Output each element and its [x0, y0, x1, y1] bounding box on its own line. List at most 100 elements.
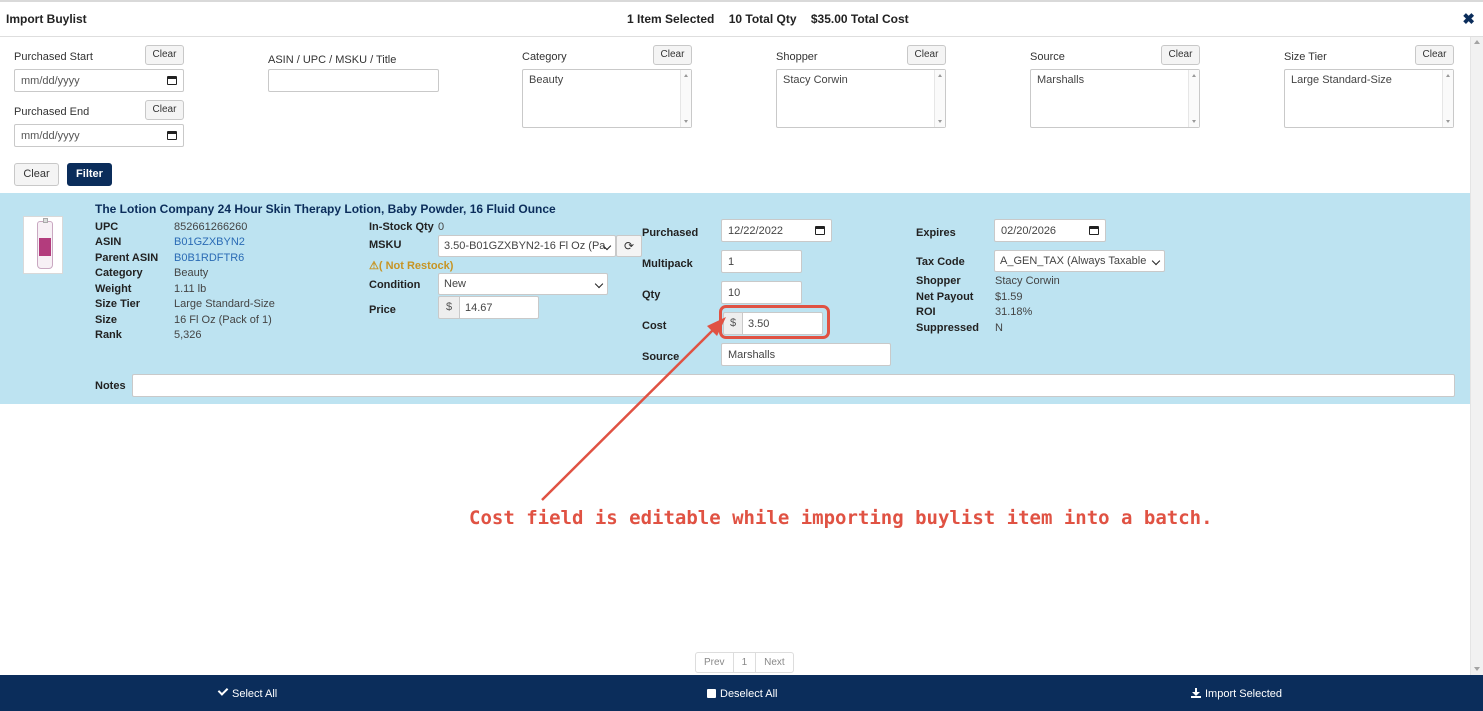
- tax-code-select[interactable]: A_GEN_TAX (Always Taxable: [994, 250, 1165, 272]
- download-icon: [1191, 688, 1201, 698]
- listbox-scrollbar[interactable]: [934, 70, 945, 127]
- category-option[interactable]: Beauty: [529, 74, 563, 86]
- next-page-button[interactable]: Next: [756, 653, 793, 672]
- asin-link[interactable]: B01GZXBYN2: [174, 236, 245, 248]
- shopper-clear-button[interactable]: Clear: [907, 45, 946, 65]
- tax-code-label: Tax Code: [916, 256, 965, 268]
- size-tier-option[interactable]: Large Standard-Size: [1291, 74, 1392, 86]
- asin-label: ASIN: [95, 236, 122, 248]
- parent-asin-label: Parent ASIN: [95, 252, 159, 264]
- size-label: Size: [95, 314, 118, 326]
- category-listbox[interactable]: Beauty: [522, 69, 692, 128]
- size-tier-clear-button[interactable]: Clear: [1415, 45, 1454, 65]
- condition-select[interactable]: New: [438, 273, 608, 295]
- deselect-all-button[interactable]: Deselect All: [707, 688, 777, 700]
- weight-value: 1.11 lb: [174, 283, 207, 295]
- category-filter-label: Category: [522, 51, 567, 63]
- shopper-option[interactable]: Stacy Corwin: [783, 74, 848, 86]
- purchased-end-placeholder: mm/dd/yyyy: [21, 130, 80, 142]
- condition-label: Condition: [369, 279, 421, 291]
- msku-label: MSKU: [369, 239, 402, 251]
- shopper-label: Shopper: [916, 275, 961, 287]
- purchased-start-label: Purchased Start: [14, 51, 93, 63]
- qty-label: Qty: [642, 289, 661, 301]
- listbox-scrollbar[interactable]: [1442, 70, 1453, 127]
- scroll-up-icon[interactable]: [1474, 40, 1480, 44]
- parent-asin-link[interactable]: B0B1RDFTR6: [174, 252, 244, 264]
- annotation-text: Cost field is editable while importing b…: [469, 507, 1213, 529]
- net-payout-label: Net Payout: [916, 291, 974, 303]
- qty-input[interactable]: 10: [721, 281, 802, 304]
- notes-input[interactable]: [132, 374, 1455, 397]
- modal-footer: Select All Deselect All Import Selected: [0, 675, 1483, 711]
- price-input[interactable]: 14.67: [459, 296, 539, 319]
- purchased-date-value: 12/22/2022: [728, 225, 784, 237]
- source-label: Source: [642, 351, 680, 363]
- price-currency-addon: $: [438, 296, 460, 319]
- source-filter-label: Source: [1030, 51, 1065, 63]
- suppressed-label: Suppressed: [916, 322, 979, 334]
- purchased-end-clear-button[interactable]: Clear: [145, 100, 184, 120]
- source-clear-button[interactable]: Clear: [1161, 45, 1200, 65]
- modal-scrollbar[interactable]: [1470, 37, 1483, 675]
- source-listbox[interactable]: Marshalls: [1030, 69, 1200, 128]
- select-all-label: Select All: [232, 688, 278, 700]
- purchased-start-clear-button[interactable]: Clear: [145, 45, 184, 65]
- roi-value: 31.18%: [995, 306, 1033, 318]
- calendar-icon[interactable]: [167, 76, 177, 85]
- size-tier-filter-label: Size Tier: [1284, 51, 1327, 63]
- purchased-start-input[interactable]: mm/dd/yyyy: [14, 69, 184, 92]
- tax-code-value: A_GEN_TAX (Always Taxable: [1000, 255, 1147, 267]
- expires-label: Expires: [916, 227, 956, 239]
- shopper-listbox[interactable]: Stacy Corwin: [776, 69, 946, 128]
- select-all-button[interactable]: Select All: [217, 685, 278, 700]
- calendar-icon[interactable]: [815, 226, 825, 235]
- lotion-bottle-icon: [37, 218, 53, 269]
- size-tier-value: Large Standard-Size: [174, 298, 275, 310]
- refresh-icon[interactable]: ⟳: [616, 235, 642, 257]
- shopper-value: Stacy Corwin: [995, 275, 1060, 287]
- category-clear-button[interactable]: Clear: [653, 45, 692, 65]
- items-selected-count: 1 Item Selected: [627, 12, 715, 26]
- checkbox-icon: [707, 689, 716, 698]
- source-input[interactable]: Marshalls: [721, 343, 891, 366]
- source-option[interactable]: Marshalls: [1037, 74, 1084, 86]
- upc-label: UPC: [95, 221, 119, 233]
- import-selected-button[interactable]: Import Selected: [1191, 688, 1282, 700]
- search-label: ASIN / UPC / MSKU / Title: [268, 54, 397, 66]
- clear-filters-button[interactable]: Clear: [14, 163, 59, 186]
- roi-label: ROI: [916, 306, 936, 318]
- purchased-start-placeholder: mm/dd/yyyy: [21, 75, 80, 87]
- listbox-scrollbar[interactable]: [1188, 70, 1199, 127]
- prev-page-button[interactable]: Prev: [696, 653, 734, 672]
- filter-button[interactable]: Filter: [67, 163, 112, 186]
- listbox-scrollbar[interactable]: [680, 70, 691, 127]
- scroll-down-icon[interactable]: [1474, 667, 1480, 671]
- purchased-label: Purchased: [642, 227, 699, 239]
- suppressed-value: N: [995, 322, 1003, 334]
- msku-select[interactable]: 3.50-B01GZXBYN2-16 Fl Oz (Pa: [438, 235, 616, 257]
- check-icon: [217, 685, 229, 696]
- multipack-input[interactable]: 1: [721, 250, 802, 273]
- product-title[interactable]: The Lotion Company 24 Hour Skin Therapy …: [95, 202, 556, 216]
- net-payout-value: $1.59: [995, 291, 1023, 303]
- total-cost: $35.00 Total Cost: [810, 12, 909, 26]
- calendar-icon[interactable]: [167, 131, 177, 140]
- import-selected-label: Import Selected: [1205, 688, 1283, 700]
- purchased-end-label: Purchased End: [14, 106, 90, 118]
- msku-value: 3.50-B01GZXBYN2-16 Fl Oz (Pa: [444, 240, 606, 252]
- size-tier-label: Size Tier: [95, 298, 141, 310]
- price-label: Price: [369, 304, 396, 316]
- search-input[interactable]: [268, 69, 439, 92]
- purchased-date-input[interactable]: 12/22/2022: [721, 219, 832, 242]
- expires-date-input[interactable]: 02/20/2026: [994, 219, 1106, 242]
- purchased-end-input[interactable]: mm/dd/yyyy: [14, 124, 184, 147]
- calendar-icon[interactable]: [1089, 226, 1099, 235]
- in-stock-value: 0: [438, 221, 445, 233]
- page-number-button[interactable]: 1: [734, 653, 757, 672]
- size-tier-listbox[interactable]: Large Standard-Size: [1284, 69, 1454, 128]
- close-icon[interactable]: ✖: [1462, 10, 1475, 28]
- shopper-filter-label: Shopper: [776, 51, 818, 63]
- chevron-down-icon: [594, 279, 604, 289]
- category-label: Category: [95, 267, 143, 279]
